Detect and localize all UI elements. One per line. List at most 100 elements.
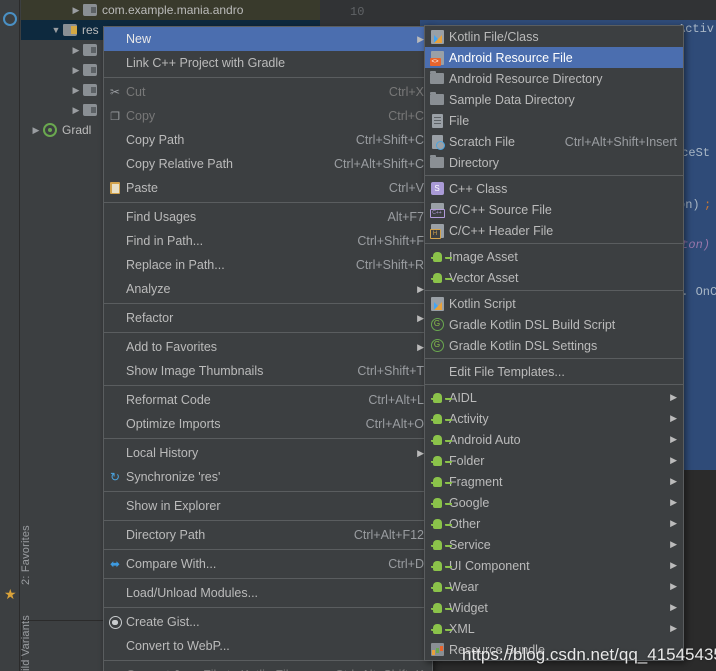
submenu-item-label: Android Resource File (449, 50, 573, 65)
submenu-item-label: XML (449, 621, 475, 636)
submenu-item-vector-asset[interactable]: Vector Asset (425, 267, 683, 288)
menu-item-label: Local History (126, 446, 199, 460)
submenu-item-google[interactable]: Google ▶ (425, 492, 683, 513)
menu-item-copy-relative-path[interactable]: Copy Relative Path Ctrl+Alt+Shift+C (104, 152, 432, 176)
submenu-chevron-right-icon: ▶ (670, 560, 677, 570)
favorites-star-icon[interactable]: ★ (4, 587, 17, 601)
structure-icon[interactable] (3, 12, 17, 26)
submenu-item-icon-slot (425, 496, 449, 509)
menu-item-find-in-path[interactable]: Find in Path... Ctrl+Shift+F (104, 229, 432, 253)
submenu-item-kotlin-file-class[interactable]: Kotlin File/Class (425, 26, 683, 47)
menu-item-label: Cut (126, 85, 146, 99)
tree-item[interactable]: ▶ com.example.mania.andro (21, 0, 320, 20)
menu-item-replace-in-path[interactable]: Replace in Path... Ctrl+Shift+R (104, 253, 432, 277)
submenu-item-label: AIDL (449, 390, 477, 405)
android-icon (431, 580, 444, 593)
menu-item-label: Copy Relative Path (126, 157, 234, 171)
left-tool-gutter[interactable]: 2: Favorites ★ ild Variants (0, 0, 32, 671)
submenu-item-icon-slot (425, 92, 449, 105)
submenu-item-activity[interactable]: Activity ▶ (425, 408, 683, 429)
submenu-item-directory[interactable]: Directory (425, 152, 683, 173)
submenu-item-c-c-source-file[interactable]: C/C++ Source File (425, 199, 683, 220)
submenu-item-android-resource-directory[interactable]: Android Resource Directory (425, 68, 683, 89)
menu-item-label: Replace in Path... (126, 258, 225, 272)
submenu-item-ui-component[interactable]: UI Component ▶ (425, 555, 683, 576)
submenu-item-icon-slot (425, 412, 449, 425)
tree-item[interactable]: ▶ Gradl (21, 120, 91, 140)
menu-item-directory-path[interactable]: Directory Path Ctrl+Alt+F12 (104, 523, 432, 547)
submenu-item-icon-slot (425, 134, 449, 150)
tree-item-label: res (82, 23, 99, 37)
gutter-favorites-label[interactable]: 2: Favorites (20, 525, 32, 585)
menu-item-compare-with[interactable]: ⬌ Compare With... Ctrl+D (104, 552, 432, 576)
chevron-right-icon[interactable]: ▶ (69, 85, 83, 96)
menu-item-show-image-thumbnails[interactable]: Show Image Thumbnails Ctrl+Shift+T (104, 359, 432, 383)
menu-item-link-c-project-with-gradle[interactable]: Link C++ Project with Gradle (104, 51, 432, 75)
chevron-down-icon[interactable]: ▼ (49, 25, 63, 35)
submenu-chevron-right-icon: ▶ (417, 447, 424, 458)
submenu-item-aidl[interactable]: AIDL ▶ (425, 387, 683, 408)
menu-item-analyze[interactable]: Analyze ▶ (104, 277, 432, 301)
submenu-item-android-resource-file[interactable]: Android Resource File (425, 47, 683, 68)
chevron-right-icon[interactable]: ▶ (69, 5, 83, 16)
submenu-item-sample-data-directory[interactable]: Sample Data Directory (425, 89, 683, 110)
submenu-item-widget[interactable]: Widget ▶ (425, 597, 683, 618)
gradle-kotlin-icon: G (430, 318, 444, 331)
submenu-item-fragment[interactable]: Fragment ▶ (425, 471, 683, 492)
chevron-right-icon[interactable]: ▶ (29, 125, 43, 136)
menu-item-new[interactable]: New ▶ (104, 27, 432, 51)
menu-item-add-to-favorites[interactable]: Add to Favorites ▶ (104, 335, 432, 359)
menu-item-refactor[interactable]: Refactor ▶ (104, 306, 432, 330)
submenu-item-wear[interactable]: Wear ▶ (425, 576, 683, 597)
submenu-item-image-asset[interactable]: Image Asset (425, 246, 683, 267)
submenu-item-edit-file-templates[interactable]: Edit File Templates... (425, 361, 683, 382)
submenu-item-other[interactable]: Other ▶ (425, 513, 683, 534)
chevron-right-icon[interactable]: ▶ (69, 45, 83, 56)
submenu-item-android-auto[interactable]: Android Auto ▶ (425, 429, 683, 450)
submenu-item-label: Directory (449, 155, 500, 170)
submenu-item-c-class[interactable]: S C++ Class (425, 178, 683, 199)
tree-item[interactable]: ▶ (21, 100, 102, 120)
tree-item[interactable]: ▶ (21, 40, 102, 60)
new-submenu[interactable]: Kotlin File/Class Android Resource File An… (424, 25, 684, 661)
tree-item[interactable]: ▶ (21, 80, 102, 100)
chevron-right-icon[interactable]: ▶ (69, 65, 83, 76)
submenu-item-file[interactable]: File (425, 110, 683, 131)
submenu-item-shortcut: Ctrl+Alt+Shift+Insert (564, 134, 677, 149)
menu-item-shortcut: Ctrl+Shift+F (357, 234, 424, 248)
submenu-item-label: Folder (449, 453, 485, 468)
menu-item-copy-path[interactable]: Copy Path Ctrl+Shift+C (104, 128, 432, 152)
menu-item-optimize-imports[interactable]: Optimize Imports Ctrl+Alt+O (104, 412, 432, 436)
submenu-item-scratch-file[interactable]: Scratch File Ctrl+Alt+Shift+Insert (425, 131, 683, 152)
tree-item-label: Gradl (62, 123, 92, 137)
menu-item-create-gist[interactable]: Create Gist... (104, 610, 432, 634)
menu-item-synchronize-res[interactable]: ↻ Synchronize 'res' (104, 465, 432, 489)
file-icon (431, 113, 443, 128)
submenu-item-folder[interactable]: Folder ▶ (425, 450, 683, 471)
submenu-item-gradle-kotlin-dsl-build-script[interactable]: G Gradle Kotlin DSL Build Script (425, 314, 683, 335)
menu-item-load-unload-modules[interactable]: Load/Unload Modules... (104, 581, 432, 605)
menu-item-local-history[interactable]: Local History ▶ (104, 441, 432, 465)
tree-item[interactable]: ▶ (21, 60, 102, 80)
menu-separator (104, 660, 432, 661)
submenu-item-service[interactable]: Service ▶ (425, 534, 683, 555)
menu-item-convert-to-webp[interactable]: Convert to WebP... (104, 634, 432, 658)
menu-item-label: Show in Explorer (126, 499, 221, 513)
gutter-build-variants-label[interactable]: ild Variants (20, 615, 32, 671)
submenu-item-gradle-kotlin-dsl-settings[interactable]: G Gradle Kotlin DSL Settings (425, 335, 683, 356)
menu-item-label: Paste (126, 181, 158, 195)
submenu-item-label: Service (449, 537, 491, 552)
submenu-item-xml[interactable]: XML ▶ (425, 618, 683, 639)
chevron-right-icon[interactable]: ▶ (69, 105, 83, 116)
submenu-item-kotlin-script[interactable]: Kotlin Script (425, 293, 683, 314)
menu-item-find-usages[interactable]: Find Usages Alt+F7 (104, 205, 432, 229)
menu-item-show-in-explorer[interactable]: Show in Explorer (104, 494, 432, 518)
menu-item-reformat-code[interactable]: Reformat Code Ctrl+Alt+L (104, 388, 432, 412)
context-menu[interactable]: New ▶ Link C++ Project with Gradle ✂ Cut Ctrl… (103, 26, 433, 671)
android-icon (431, 412, 444, 425)
android-icon (431, 433, 444, 446)
menu-item-label: Optimize Imports (126, 417, 221, 431)
menu-item-shortcut: Ctrl+V (388, 181, 424, 195)
submenu-item-c-c-header-file[interactable]: C/C++ Header File (425, 220, 683, 241)
menu-item-paste[interactable]: Paste Ctrl+V (104, 176, 432, 200)
